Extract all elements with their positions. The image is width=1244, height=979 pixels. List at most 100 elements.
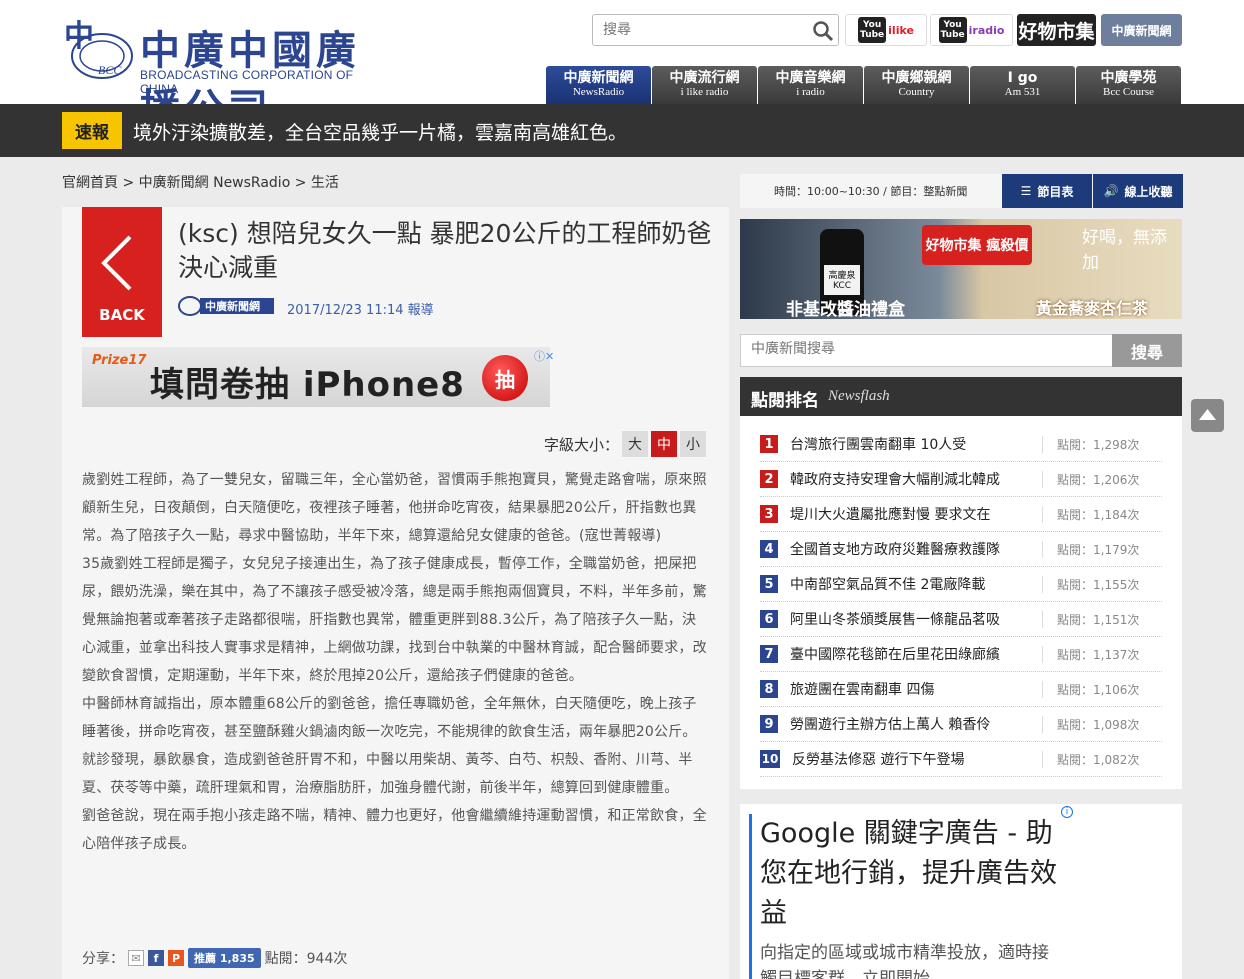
- program-now: 時間：10:00~10:30 / 節目：整點新聞: [774, 185, 968, 198]
- rank-views: 點閱：1,137次: [1042, 646, 1139, 663]
- article-date: 2017/12/23 11:14 報導: [287, 303, 434, 318]
- font-size-medium-button[interactable]: 中: [651, 431, 678, 457]
- listen-online-button[interactable]: 🔊 線上收聽: [1093, 174, 1183, 208]
- scroll-to-top-button[interactable]: [1191, 399, 1224, 432]
- font-size-small-button[interactable]: 小: [680, 431, 707, 457]
- rank-views: 點閱：1,155次: [1042, 576, 1139, 593]
- program-bar: 時間：10:00~10:30 / 節目：整點新聞 ☰ 節目表 🔊 線上收聽: [740, 174, 1183, 208]
- ranking-item[interactable]: 4 全國首支地方政府災難醫療救護隊 點閱：1,179次: [760, 532, 1162, 567]
- google-ad-headline[interactable]: Google 關鍵字廣告 - 助您在地行銷，提升廣告效益: [760, 814, 1060, 934]
- rank-title: 反勞基法修惡 遊行下午登場: [792, 752, 965, 768]
- ranking-item[interactable]: 10 反勞基法修惡 遊行下午登場 點閱：1,082次: [760, 742, 1162, 777]
- nav-tab-iradio[interactable]: 中廣音樂網 i radio: [758, 66, 863, 104]
- plurk-share-icon[interactable]: P: [168, 950, 184, 966]
- ad-close-icon[interactable]: ⓘ✕: [534, 348, 554, 364]
- breadcrumb-life[interactable]: 生活: [311, 175, 339, 191]
- ad-brand: Prize17: [92, 353, 147, 368]
- ranking-item[interactable]: 1 台灣旅行團雲南翻車 10人受 點閱：1,298次: [760, 427, 1162, 462]
- newsradio-logo-icon: 中廣新聞網: [178, 296, 274, 316]
- source-logo-text: 中廣新聞網: [205, 299, 260, 313]
- rank-title: 阿里山冬茶頒獎展售一條龍品茗吸: [790, 612, 1000, 628]
- breadcrumb: 官網首頁 > 中廣新聞網 NewsRadio > 生活: [62, 172, 339, 192]
- ranking-item[interactable]: 9 勞團遊行主辦方估上萬人 賴香伶 點閱：1,098次: [760, 707, 1162, 742]
- nav-tab-newsradio[interactable]: 中廣新聞網 NewsRadio: [546, 66, 651, 104]
- google-ad[interactable]: Google 關鍵字廣告 - 助您在地行銷，提升廣告效益 向指定的區域或城市精準…: [740, 804, 1182, 979]
- news-search: 搜尋: [740, 334, 1182, 367]
- share-bar: 分享： ✉ f P 推薦 1,835 點閱：944次: [82, 947, 347, 969]
- site-logo[interactable]: 中 BCC 中廣中國廣播公司 BROADCASTING CORPORATION …: [62, 14, 392, 132]
- sidebar-ad[interactable]: 高慶泉 KCC 非基改醬油禮盒 好物市集 瘋殺價 好喝，無添加 黃金蕎麥杏仁茶: [740, 219, 1182, 319]
- sidebar-ad-badge: 好物市集 瘋殺價: [922, 225, 1032, 265]
- ad-accent-bar: [749, 814, 752, 979]
- rank-number: 8: [760, 680, 778, 698]
- facebook-like-button[interactable]: 推薦 1,835: [188, 948, 261, 968]
- font-size-label: 字級大小：: [544, 435, 620, 454]
- rank-views: 點閱：1,098次: [1042, 716, 1139, 733]
- rank-title: 中南部空氣品質不佳 2電廠降載: [790, 577, 986, 593]
- rank-number: 2: [760, 470, 778, 488]
- font-size-large-button[interactable]: 大: [622, 431, 649, 457]
- facebook-share-icon[interactable]: f: [148, 950, 164, 966]
- ad-info-icon[interactable]: i: [1061, 806, 1073, 818]
- rank-number: 7: [760, 645, 778, 663]
- flash-tag: 速報: [62, 112, 122, 149]
- breadcrumb-separator: >: [122, 175, 135, 191]
- flash-headline[interactable]: 境外汙染擴散差，全台空品幾乎一片橘，雲嘉南高雄紅色。: [133, 118, 627, 145]
- google-ad-description: 向指定的區域或城市精準投放，適時接觸目標客群，立即開始。: [760, 943, 1049, 979]
- rank-number: 4: [760, 540, 778, 558]
- banner-ad[interactable]: Prize17 填問卷抽 iPhone8 抽: [82, 347, 550, 407]
- speaker-icon: 🔊: [1103, 184, 1119, 198]
- rank-title: 韓政府支持安理會大幅削減北韓成: [790, 472, 1000, 488]
- article-paragraph: 35歲劉姓工程師是獨子，女兒兒子接連出生，為了孩子健康成長，暫停工作，全職當奶爸…: [82, 556, 707, 684]
- rank-views: 點閱：1,206次: [1042, 471, 1139, 488]
- partner-link-iradio[interactable]: You Tube iradio: [930, 14, 1013, 46]
- news-search-input[interactable]: [751, 341, 1101, 357]
- rank-number: 6: [760, 610, 778, 628]
- ranking-item[interactable]: 2 韓政府支持安理會大幅削減北韓成 點閱：1,206次: [760, 462, 1162, 497]
- font-size-control: 字級大小： 大 中 小: [544, 431, 707, 457]
- nav-tab-country[interactable]: 中廣鄉親網 Country: [864, 66, 969, 104]
- nav-tab-igo[interactable]: I go Am 531: [970, 66, 1075, 104]
- rank-views: 點閱：1,151次: [1042, 611, 1139, 628]
- sidebar-ad-right-text: 黃金蕎麥杏仁茶: [1036, 299, 1149, 318]
- chevron-up-icon: [1199, 409, 1216, 420]
- flash-news-bar: 速報 境外汙染擴散差，全台空品幾乎一片橘，雲嘉南高雄紅色。: [0, 104, 1244, 157]
- rank-number: 3: [760, 505, 778, 523]
- back-button[interactable]: BACK: [82, 207, 162, 337]
- breadcrumb-home[interactable]: 官網首頁: [62, 175, 118, 191]
- nav-tab-ilike[interactable]: 中廣流行網 i like radio: [652, 66, 757, 104]
- news-search-button[interactable]: 搜尋: [1112, 334, 1182, 367]
- schedule-button[interactable]: ☰ 節目表: [1002, 174, 1092, 208]
- article-body: 歲劉姓工程師，為了一雙兒女，留職三年，全心當奶爸，習慣兩手熊抱寶貝，驚覺走路會喘…: [82, 466, 710, 858]
- breadcrumb-separator: >: [294, 175, 307, 191]
- email-share-icon[interactable]: ✉: [128, 950, 144, 966]
- ranking-item[interactable]: 8 旅遊團在雲南翻車 四傷 點閱：1,106次: [760, 672, 1162, 707]
- rank-views: 點閱：1,082次: [1042, 751, 1139, 768]
- partner-link-market[interactable]: 好物市集: [1017, 14, 1096, 46]
- rank-views: 點閱：1,106次: [1042, 681, 1139, 698]
- rank-number: 1: [760, 435, 778, 453]
- ranking-item[interactable]: 6 阿里山冬茶頒獎展售一條龍品茗吸 點閱：1,151次: [760, 602, 1162, 637]
- search-icon[interactable]: [812, 20, 834, 42]
- ranking-item[interactable]: 7 臺中國際花毯節在后里花田綠廊繽 點閱：1,137次: [760, 637, 1162, 672]
- ad-text: 填問卷抽 iPhone8: [150, 365, 465, 405]
- ranking-item[interactable]: 5 中南部空氣品質不佳 2電廠降載 點閱：1,155次: [760, 567, 1162, 602]
- ad-button[interactable]: 抽: [482, 355, 528, 401]
- ranking-item[interactable]: 3 堤川大火遺屬批應對慢 要求文在 點閱：1,184次: [760, 497, 1162, 532]
- search-input[interactable]: [603, 20, 803, 40]
- rank-title: 全國首支地方政府災難醫療救護隊: [790, 542, 1000, 558]
- sidebar-ad-left-text: 非基改醬油禮盒: [786, 300, 905, 319]
- sidebar-ad-tagline: 好喝，無添加: [1082, 228, 1167, 273]
- partner-link-ilike[interactable]: You Tube ilike: [845, 14, 927, 46]
- svg-text:中: 中: [64, 19, 94, 54]
- article-paragraph: 歲劉姓工程師，為了一雙兒女，留職三年，全心當奶爸，習慣兩手熊抱寶貝，驚覺走路會喘…: [82, 472, 707, 544]
- rank-number: 10: [760, 750, 780, 768]
- logo-badge-text: BCC: [98, 63, 122, 77]
- youtube-icon: You Tube: [858, 17, 887, 43]
- article-paragraph: 中醫師林育誠指出，原本體重68公斤的劉爸爸，擔任專職奶爸，全年無休，白天隨便吃，…: [82, 696, 697, 796]
- nav-tab-course[interactable]: 中廣學苑 Bcc Course: [1076, 66, 1181, 104]
- partner-link-newsradio[interactable]: 中廣新聞網: [1101, 14, 1182, 46]
- logo-english-name: BROADCASTING CORPORATION OF CHINA: [140, 68, 354, 96]
- breadcrumb-newsradio[interactable]: 中廣新聞網 NewsRadio: [139, 175, 291, 191]
- rank-title: 臺中國際花毯節在后里花田綠廊繽: [790, 647, 1000, 663]
